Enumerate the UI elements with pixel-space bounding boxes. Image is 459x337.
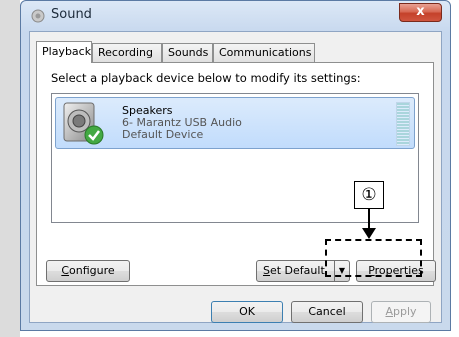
- window-title: Sound: [51, 7, 92, 22]
- sound-dialog: Sound x Playback Recording Sounds Commun…: [20, 0, 451, 331]
- title-bar[interactable]: Sound x: [21, 1, 450, 31]
- speaker-icon: [63, 102, 104, 145]
- sound-app-icon: [31, 9, 45, 23]
- properties-highlight-frame: [325, 239, 422, 277]
- tab-playback[interactable]: Playback: [36, 41, 92, 63]
- device-status: Default Device: [122, 128, 204, 141]
- apply-button[interactable]: Apply: [371, 301, 431, 323]
- instruction-text: Select a playback device below to modify…: [51, 71, 361, 85]
- callout-arrow: [362, 228, 376, 239]
- dialog-client-area: Playback Recording Sounds Communications…: [29, 31, 442, 323]
- cancel-button[interactable]: Cancel: [291, 301, 363, 323]
- close-button[interactable]: x: [399, 3, 442, 22]
- level-meter: [396, 102, 410, 146]
- checkmark-icon: [84, 125, 104, 145]
- tab-recording[interactable]: Recording: [92, 43, 162, 62]
- tab-communications[interactable]: Communications: [213, 43, 315, 62]
- device-item-speakers[interactable]: Speakers 6- Marantz USB Audio Default De…: [55, 97, 415, 149]
- background-strip: [0, 0, 20, 337]
- callout-number-1: ①: [354, 181, 384, 209]
- ok-button[interactable]: OK: [211, 301, 283, 323]
- tab-sounds[interactable]: Sounds: [162, 43, 213, 62]
- configure-button[interactable]: Configure: [46, 260, 130, 282]
- close-icon: x: [416, 4, 425, 19]
